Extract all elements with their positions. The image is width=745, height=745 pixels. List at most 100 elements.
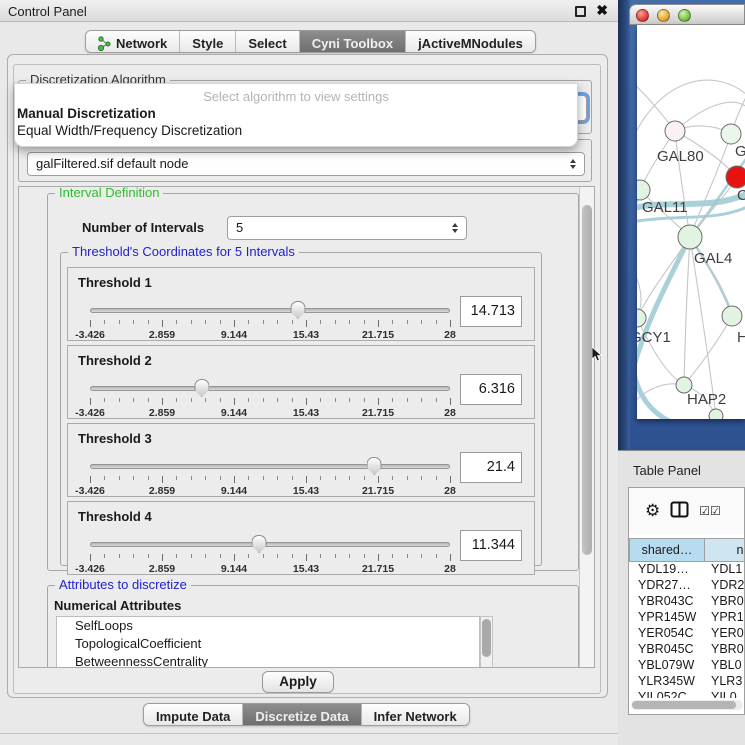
column-header-name[interactable]: na <box>705 538 745 562</box>
tab-jactivemnodules[interactable]: jActiveMNodules <box>406 31 535 52</box>
cell-name[interactable]: YBR0 <box>705 594 745 610</box>
cell-name[interactable]: YER0 <box>705 626 745 642</box>
cell-shared-name[interactable]: YDL19… <box>629 562 705 578</box>
attribute-list-item[interactable]: TopologicalCoefficient <box>57 635 479 653</box>
minimize-button[interactable] <box>657 9 670 22</box>
cell-name[interactable]: YDR2 <box>705 578 745 594</box>
scrollbar-thumb[interactable] <box>582 205 592 555</box>
tab-cyni-toolbox[interactable]: Cyni Toolbox <box>300 31 406 52</box>
slider-track[interactable] <box>90 464 450 469</box>
tab-impute-data[interactable]: Impute Data <box>144 704 243 725</box>
column-header-shared-name[interactable]: shared… <box>629 538 705 562</box>
gear-icon[interactable]: ⚙ <box>645 501 660 521</box>
cell-name[interactable]: YIL0 <box>705 690 745 698</box>
table-row[interactable]: YBL079WYBL0 <box>629 658 745 674</box>
slider-track[interactable] <box>90 308 450 313</box>
cell-shared-name[interactable]: YBR045C <box>629 642 705 658</box>
table-row[interactable]: YLR345WYLR3 <box>629 674 745 690</box>
zoom-button[interactable] <box>678 9 691 22</box>
slider-track[interactable] <box>90 542 450 547</box>
network-canvas[interactable]: GAL80GCGAL11GAL4GCY1HHAP2 <box>637 25 745 419</box>
cell-shared-name[interactable]: YDR27… <box>629 578 705 594</box>
attribute-list-item[interactable]: BetweennessCentrality <box>57 653 479 668</box>
table-data-combobox[interactable]: galFiltered.sif default node <box>27 152 585 176</box>
close-panel-icon[interactable]: ✖ <box>596 2 608 19</box>
table-row[interactable]: YIL052CYIL0 <box>629 690 745 698</box>
network-node[interactable] <box>709 409 723 419</box>
tick-mark <box>104 476 105 480</box>
cell-shared-name[interactable]: YPR145W <box>629 610 705 626</box>
threshold-slider[interactable]: -3.4262.8599.14415.4321.71528 <box>90 382 450 420</box>
cell-name[interactable]: YBL0 <box>705 658 745 674</box>
scrollbar-thumb[interactable] <box>632 701 736 709</box>
network-edge[interactable] <box>684 237 690 385</box>
threshold-value-field[interactable]: 6.316 <box>460 374 522 405</box>
threshold-value-field[interactable]: 11.344 <box>460 530 522 561</box>
dropdown-option-manual-discretization[interactable]: Manual Discretization <box>15 105 577 122</box>
tick-mark <box>292 476 293 480</box>
split-columns-icon[interactable] <box>670 501 689 521</box>
tab-discretize-data[interactable]: Discretize Data <box>243 704 361 725</box>
tab-infer-network[interactable]: Infer Network <box>362 704 469 725</box>
table-row[interactable]: YPR145WYPR1 <box>629 610 745 626</box>
cell-name[interactable]: YBR0 <box>705 642 745 658</box>
attributes-list-scrollbar[interactable] <box>480 616 493 668</box>
network-edge[interactable] <box>675 131 690 237</box>
slider-thumb[interactable] <box>252 535 267 553</box>
select-columns-icon[interactable]: ☑☑ <box>699 504 721 518</box>
network-node[interactable] <box>637 180 650 200</box>
network-edge[interactable] <box>637 237 690 318</box>
table-row[interactable]: YBR043CYBR0 <box>629 594 745 610</box>
tick-label: 15.43 <box>293 485 319 497</box>
tab-style[interactable]: Style <box>180 31 236 52</box>
tick-mark <box>378 476 379 483</box>
slider-track[interactable] <box>90 386 450 391</box>
network-node[interactable] <box>722 306 742 326</box>
slider-thumb[interactable] <box>367 457 382 475</box>
tick-label: 21.715 <box>362 563 394 575</box>
cell-shared-name[interactable]: YLR345W <box>629 674 705 690</box>
network-view[interactable]: GAL80GCGAL11GAL4GCY1HHAP2 <box>637 25 745 419</box>
close-button[interactable] <box>636 9 649 22</box>
cell-name[interactable]: YDL1 <box>705 562 745 578</box>
cell-shared-name[interactable]: YIL052C <box>629 690 705 698</box>
table-horizontal-scrollbar[interactable] <box>631 700 743 710</box>
threshold-slider[interactable]: -3.4262.8599.14415.4321.71528 <box>90 538 450 576</box>
dropdown-option-equal-width[interactable]: Equal Width/Frequency Discretization <box>15 122 577 139</box>
apply-button[interactable]: Apply <box>262 671 334 693</box>
network-node[interactable] <box>678 225 702 249</box>
network-node[interactable] <box>726 166 745 188</box>
tick-mark <box>407 320 408 324</box>
tab-network[interactable]: Network <box>86 31 180 52</box>
threshold-slider[interactable]: -3.4262.8599.14415.4321.71528 <box>90 460 450 498</box>
cell-shared-name[interactable]: YBL079W <box>629 658 705 674</box>
scrollbar-thumb[interactable] <box>482 619 491 657</box>
threshold-slider[interactable]: -3.4262.8599.14415.4321.71528 <box>90 304 450 342</box>
slider-thumb[interactable] <box>290 301 305 319</box>
tab-select[interactable]: Select <box>236 31 299 52</box>
network-node[interactable] <box>721 124 741 144</box>
threshold-value-field[interactable]: 14.713 <box>460 296 522 327</box>
cell-shared-name[interactable]: YER054C <box>629 626 705 642</box>
network-window-titlebar[interactable] <box>629 4 745 25</box>
network-node[interactable] <box>637 309 646 327</box>
tick-mark <box>176 398 177 402</box>
tick-mark <box>176 476 177 480</box>
tick-mark <box>364 554 365 558</box>
table-row[interactable]: YDR27…YDR2 <box>629 578 745 594</box>
attribute-list-item[interactable]: SelfLoops <box>57 617 479 635</box>
table-row[interactable]: YER054CYER0 <box>629 626 745 642</box>
float-window-icon[interactable] <box>575 6 586 17</box>
table-row[interactable]: YDL19…YDL1 <box>629 562 745 578</box>
cell-shared-name[interactable]: YBR043C <box>629 594 705 610</box>
network-edge[interactable] <box>684 316 732 385</box>
cell-name[interactable]: YPR1 <box>705 610 745 626</box>
table-row[interactable]: YBR045CYBR0 <box>629 642 745 658</box>
numerical-attributes-list[interactable]: SelfLoopsTopologicalCoefficientBetweenne… <box>56 616 480 668</box>
threshold-value-field[interactable]: 21.4 <box>460 452 522 483</box>
num-intervals-combobox[interactable]: 5 <box>227 216 467 240</box>
cell-name[interactable]: YLR3 <box>705 674 745 690</box>
settings-scrollbar[interactable] <box>579 187 594 667</box>
network-node[interactable] <box>665 121 685 141</box>
slider-thumb[interactable] <box>194 379 209 397</box>
